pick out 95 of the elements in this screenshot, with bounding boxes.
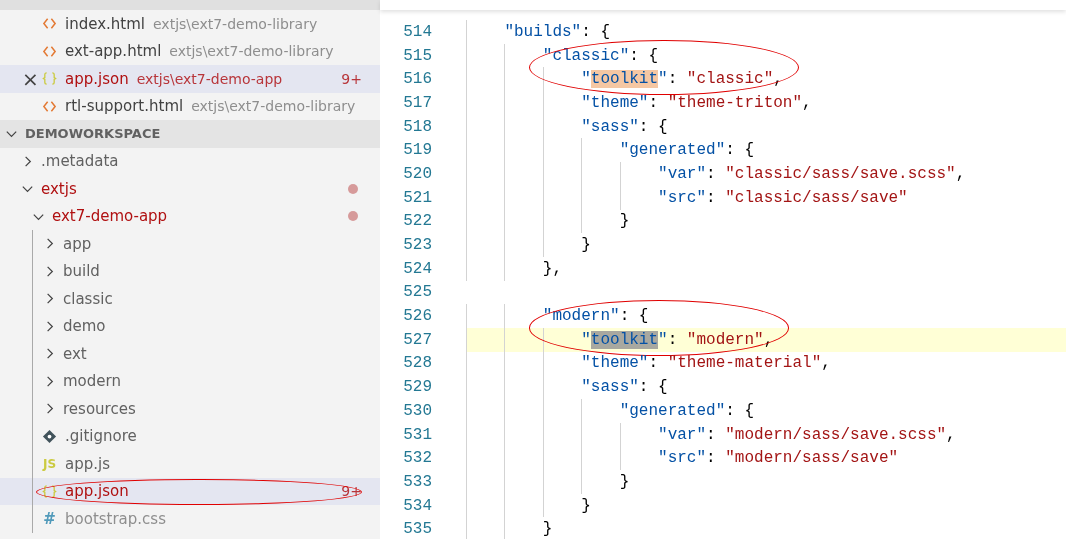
code-line: "generated": { bbox=[618, 141, 755, 160]
line-number: 514 bbox=[402, 22, 432, 41]
code-line: "builds": { bbox=[503, 22, 611, 41]
line-number: 522 bbox=[402, 212, 432, 231]
file-path: extjs\ext7-demo-library bbox=[153, 15, 318, 32]
tree-item[interactable]: extjs bbox=[0, 175, 380, 203]
js-icon: JS bbox=[42, 456, 57, 472]
tree-item[interactable]: app bbox=[0, 230, 380, 258]
open-editor-item[interactable]: index.html extjs\ext7-demo-library bbox=[0, 10, 380, 38]
file-name: index.html bbox=[65, 14, 145, 33]
problem-count: 9+ bbox=[341, 70, 362, 87]
line-number: 521 bbox=[402, 188, 432, 207]
line-number: 520 bbox=[402, 164, 432, 183]
line-number: 529 bbox=[402, 378, 432, 397]
tree-item-label: app bbox=[63, 234, 92, 253]
line-number: 534 bbox=[402, 496, 432, 515]
modified-dot bbox=[348, 211, 358, 222]
code-line: } bbox=[618, 472, 630, 491]
line-number: 533 bbox=[402, 472, 432, 491]
file-path: extjs\ext7-demo-app bbox=[136, 70, 283, 87]
code-line: "classic": { bbox=[541, 46, 659, 65]
code-line: }, bbox=[541, 259, 562, 278]
tree-item-label: classic bbox=[63, 289, 113, 308]
tree-item-label: app.json bbox=[65, 482, 129, 501]
tree-item-label: extjs bbox=[41, 179, 77, 198]
code-line: "var": "modern/sass/save.scss", bbox=[657, 425, 956, 444]
tree-item-label: bootstrap.css bbox=[65, 509, 166, 528]
open-editor-item[interactable]: rtl-support.html extjs\ext7-demo-library bbox=[0, 92, 380, 120]
tree-item[interactable]: demo bbox=[0, 312, 380, 340]
tree-item[interactable]: modern bbox=[0, 367, 380, 395]
file-path: extjs\ext7-demo-library bbox=[169, 43, 334, 60]
tree-item-label: app.js bbox=[65, 454, 110, 473]
code-line: "modern": { bbox=[541, 307, 649, 326]
line-number: 516 bbox=[402, 70, 432, 89]
tree-item[interactable]: app.json 9+ bbox=[0, 477, 380, 505]
tree-item-label: ext bbox=[63, 344, 87, 363]
tree-item[interactable]: .gitignore bbox=[0, 422, 380, 450]
line-number: 530 bbox=[402, 401, 432, 420]
line-number: 528 bbox=[402, 354, 432, 373]
line-number: 526 bbox=[402, 307, 432, 326]
workspace-title: DEMOWORKSPACE bbox=[25, 126, 161, 142]
line-number: 523 bbox=[402, 236, 432, 255]
tree-item[interactable]: .metadata bbox=[0, 147, 380, 175]
file-name: rtl-support.html bbox=[65, 97, 184, 116]
code-line: "generated": { bbox=[618, 401, 755, 420]
code-line: "theme": "theme-material", bbox=[580, 354, 831, 373]
tree-item[interactable]: resources bbox=[0, 395, 380, 423]
line-number: 517 bbox=[402, 93, 432, 112]
code-line: "src": "modern/sass/save" bbox=[657, 449, 899, 468]
tree-item[interactable]: # bootstrap.css bbox=[0, 505, 380, 533]
tree-item-label: .metadata bbox=[41, 152, 119, 171]
tree-item-label: build bbox=[63, 262, 100, 281]
line-number: 519 bbox=[402, 141, 432, 160]
problem-count: 9+ bbox=[341, 483, 362, 500]
tree-item-label: .gitignore bbox=[65, 427, 137, 446]
close-icon[interactable]: × bbox=[22, 68, 39, 89]
code-line: "var": "classic/sass/save.scss", bbox=[657, 164, 966, 183]
code-line: "sass": { bbox=[580, 378, 668, 397]
tree-item[interactable]: ext bbox=[0, 340, 380, 368]
line-number: 524 bbox=[402, 259, 432, 278]
line-number: 532 bbox=[402, 449, 432, 468]
hash-icon: # bbox=[42, 511, 57, 527]
line-number: 515 bbox=[402, 46, 432, 65]
code-line: "src": "classic/sass/save" bbox=[657, 188, 908, 207]
open-editor-item[interactable]: ext-app.html extjs\ext7-demo-library bbox=[0, 37, 380, 65]
code-line: "sass": { bbox=[580, 117, 668, 136]
line-number: 535 bbox=[402, 520, 432, 539]
tree-item[interactable]: build bbox=[0, 257, 380, 285]
code-line: "toolkit": "classic", bbox=[580, 70, 783, 89]
tree-item-label: ext7-demo-app bbox=[52, 207, 168, 226]
code-line: } bbox=[618, 212, 630, 231]
file-name: app.json bbox=[65, 69, 129, 88]
code-line: } bbox=[580, 236, 591, 255]
tree-item-label: resources bbox=[63, 399, 136, 418]
tree-item[interactable]: JS app.js bbox=[0, 450, 380, 478]
diamond-icon bbox=[42, 428, 57, 444]
open-editor-item[interactable]: × app.json extjs\ext7-demo-app 9+ bbox=[0, 65, 380, 93]
tree-item[interactable]: ext7-demo-app bbox=[0, 202, 380, 230]
code-line: } bbox=[580, 496, 591, 515]
tree-item-label: modern bbox=[63, 372, 121, 391]
file-name: ext-app.html bbox=[65, 42, 162, 61]
tree-item[interactable]: classic bbox=[0, 285, 380, 313]
tree-item-label: demo bbox=[63, 317, 106, 336]
file-path: extjs\ext7-demo-library bbox=[191, 98, 356, 115]
line-number: 525 bbox=[402, 283, 432, 302]
code-line: "toolkit": "modern", bbox=[580, 330, 774, 349]
workspace-header[interactable]: DEMOWORKSPACE bbox=[0, 120, 380, 148]
line-number: 531 bbox=[402, 425, 432, 444]
braces-icon bbox=[42, 71, 57, 87]
line-number: 518 bbox=[402, 117, 432, 136]
line-number: 527 bbox=[402, 330, 432, 349]
code-line: } bbox=[541, 520, 553, 539]
modified-dot bbox=[348, 183, 358, 194]
braces-icon bbox=[42, 483, 57, 499]
code-line: "theme": "theme-triton", bbox=[580, 93, 812, 112]
